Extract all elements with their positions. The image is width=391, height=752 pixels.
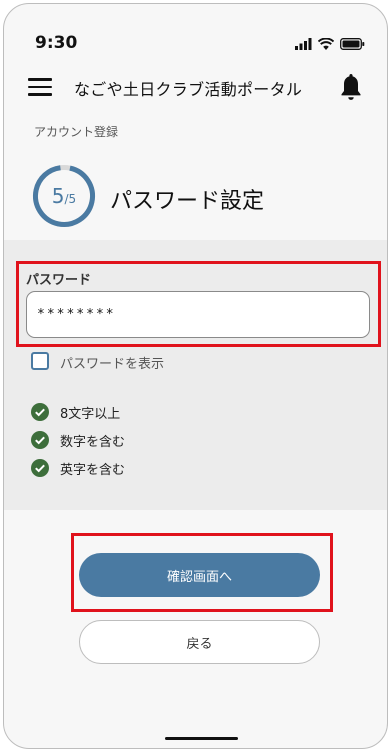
rule-item: 8文字以上 bbox=[31, 402, 120, 422]
password-input[interactable] bbox=[26, 291, 370, 338]
app-header: なごや土日クラブ活動ポータル bbox=[4, 66, 387, 110]
show-password-checkbox[interactable] bbox=[31, 352, 49, 370]
app-title: なごや土日クラブ活動ポータル bbox=[74, 80, 303, 99]
progress-indicator: 5 /5 bbox=[31, 163, 97, 229]
bell-icon[interactable] bbox=[339, 72, 363, 102]
page-title: パスワード設定 bbox=[110, 189, 265, 214]
home-indicator bbox=[165, 737, 238, 740]
check-circle-icon bbox=[31, 431, 49, 449]
rule-item: 数字を含む bbox=[31, 430, 125, 450]
progress-current: 5 bbox=[51, 184, 65, 208]
rule-item: 英字を含む bbox=[31, 458, 125, 478]
back-button[interactable]: 戻る bbox=[79, 620, 320, 664]
rule-text: 数字を含む bbox=[60, 434, 126, 450]
signal-icon bbox=[295, 38, 312, 50]
check-circle-icon bbox=[31, 459, 49, 477]
status-icons bbox=[295, 36, 365, 52]
status-time: 9:30 bbox=[35, 33, 78, 53]
rule-text: 英字を含む bbox=[60, 462, 126, 478]
hamburger-menu-icon[interactable] bbox=[28, 78, 52, 96]
confirm-button[interactable]: 確認画面へ bbox=[79, 553, 320, 597]
wifi-icon bbox=[318, 38, 334, 50]
show-password-label[interactable]: パスワードを表示 bbox=[60, 353, 164, 372]
password-label: パスワード bbox=[26, 273, 92, 288]
check-circle-icon bbox=[31, 403, 49, 421]
breadcrumb: アカウント登録 bbox=[34, 125, 119, 139]
rule-text: 8文字以上 bbox=[60, 406, 121, 422]
progress-total: /5 bbox=[64, 191, 77, 206]
phone-frame: 9:30 なごや土日クラブ活動ポータル アカウント登録 5 /5 パスワード設定… bbox=[3, 3, 388, 749]
battery-icon bbox=[340, 38, 365, 50]
